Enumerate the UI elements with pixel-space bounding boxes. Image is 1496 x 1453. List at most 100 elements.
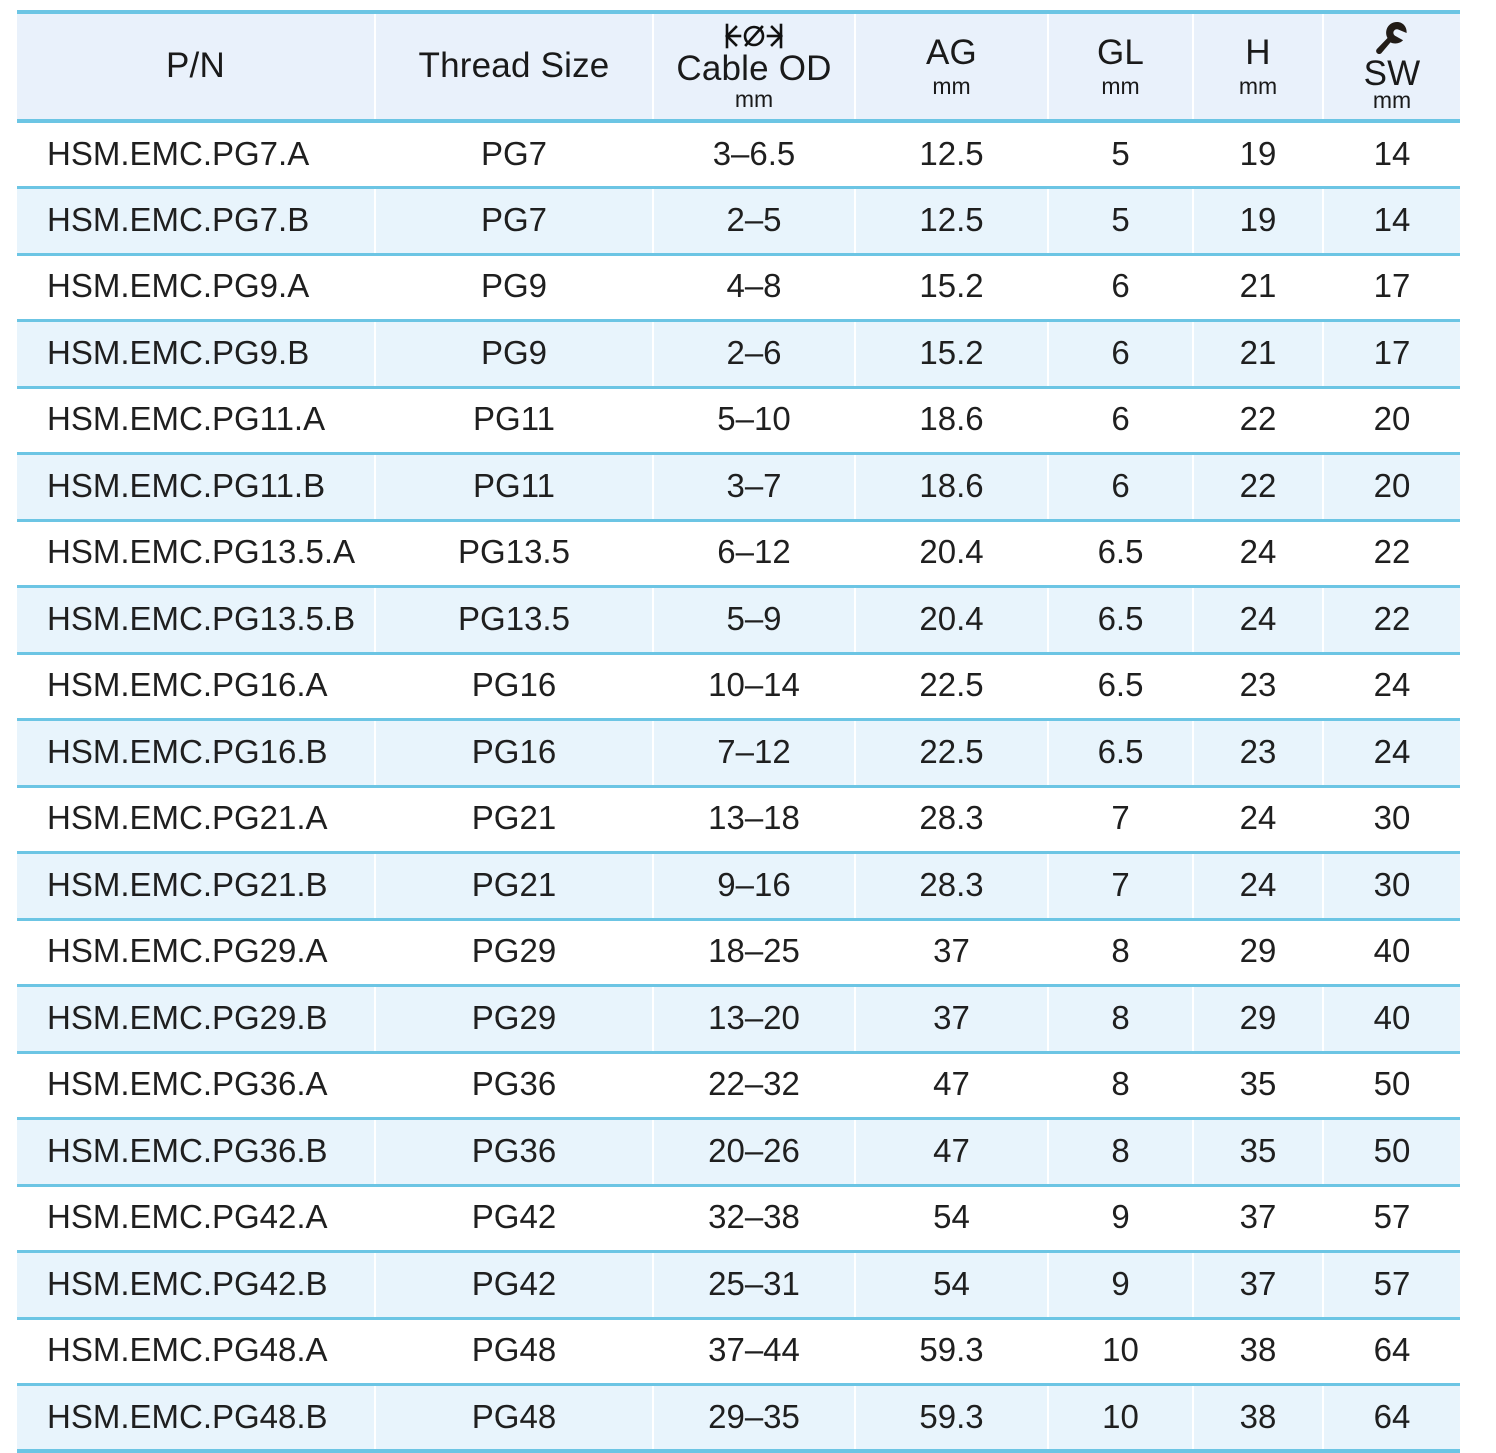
cell-thread: PG36: [375, 1052, 654, 1120]
cell-od: 5–10: [653, 387, 856, 455]
table-row: HSM.EMC.PG29.B PG29 13–20 37 8 29 40: [17, 985, 1460, 1054]
cell-od: 25–31: [653, 1251, 856, 1320]
cell-pn: HSM.EMC.PG11.A: [17, 387, 376, 455]
table-row: HSM.EMC.PG21.A PG21 13–18 28.3 7 24 30: [17, 786, 1460, 854]
cell-h: 19: [1193, 187, 1324, 256]
column-header-gl-unit: mm: [1101, 73, 1140, 99]
cell-gl: 8: [1048, 1118, 1194, 1187]
cell-thread: PG16: [375, 719, 654, 788]
table-row: HSM.EMC.PG42.A PG42 32–38 54 9 37 57: [17, 1185, 1460, 1253]
cell-od: 3–6.5: [653, 121, 856, 189]
cell-thread: PG42: [375, 1185, 654, 1253]
cell-pn: HSM.EMC.PG21.B: [17, 852, 376, 921]
table-row: HSM.EMC.PG42.B PG42 25–31 54 9 37 57: [17, 1251, 1460, 1320]
cell-sw: 17: [1323, 320, 1460, 389]
cell-h: 24: [1193, 520, 1324, 588]
cell-ag: 28.3: [855, 786, 1049, 854]
cell-sw: 40: [1323, 919, 1460, 987]
cell-pn: HSM.EMC.PG13.5.B: [17, 586, 376, 655]
cell-sw: 22: [1323, 586, 1460, 655]
cell-h: 37: [1193, 1185, 1324, 1253]
cell-ag: 37: [855, 985, 1049, 1054]
cell-h: 23: [1193, 653, 1324, 721]
cell-thread: PG11: [375, 453, 654, 522]
table-row: HSM.EMC.PG13.5.B PG13.5 5–9 20.4 6.5 24 22: [17, 586, 1460, 655]
cell-ag: 59.3: [855, 1384, 1049, 1451]
cell-ag: 18.6: [855, 453, 1049, 522]
cell-gl: 5: [1048, 187, 1194, 256]
cell-sw: 24: [1323, 719, 1460, 788]
table-row: HSM.EMC.PG13.5.A PG13.5 6–12 20.4 6.5 24 22: [17, 520, 1460, 588]
header-row: P/N Thread Size Cable OD mm AG mm GL mm …: [17, 12, 1460, 123]
cell-pn: HSM.EMC.PG21.A: [17, 786, 376, 854]
cell-pn: HSM.EMC.PG9.A: [17, 254, 376, 322]
cell-sw: 64: [1323, 1318, 1460, 1386]
column-header-cable-od-label: Cable OD: [676, 48, 832, 88]
cell-od: 13–18: [653, 786, 856, 854]
cell-ag: 28.3: [855, 852, 1049, 921]
cell-sw: 50: [1323, 1052, 1460, 1120]
cell-ag: 18.6: [855, 387, 1049, 455]
cell-thread: PG7: [375, 121, 654, 189]
column-header-sw-unit: mm: [1372, 87, 1412, 113]
cell-thread: PG48: [375, 1318, 654, 1386]
column-header-ag: AG mm: [855, 12, 1049, 123]
cell-sw: 64: [1323, 1384, 1460, 1451]
cell-h: 29: [1193, 919, 1324, 987]
column-header-cable-od-unit: mm: [734, 85, 774, 112]
table-row: HSM.EMC.PG9.A PG9 4–8 15.2 6 21 17: [17, 254, 1460, 322]
cell-sw: 14: [1323, 187, 1460, 256]
column-header-pn-label: P/N: [166, 46, 225, 85]
cell-h: 37: [1193, 1251, 1324, 1320]
cell-h: 22: [1193, 387, 1324, 455]
cell-h: 24: [1193, 852, 1324, 921]
table-row: HSM.EMC.PG36.A PG36 22–32 47 8 35 50: [17, 1052, 1460, 1120]
cell-ag: 54: [855, 1251, 1049, 1320]
cell-sw: 20: [1323, 453, 1460, 522]
cell-pn: HSM.EMC.PG13.5.A: [17, 520, 376, 588]
cell-od: 6–12: [653, 520, 856, 588]
cell-pn: HSM.EMC.PG36.B: [17, 1118, 376, 1187]
cell-gl: 6: [1048, 254, 1194, 322]
cell-thread: PG16: [375, 653, 654, 721]
cell-thread: PG11: [375, 387, 654, 455]
cell-h: 19: [1193, 121, 1324, 189]
cell-ag: 15.2: [855, 254, 1049, 322]
cell-od: 10–14: [653, 653, 856, 721]
cell-h: 29: [1193, 985, 1324, 1054]
cell-od: 2–6: [653, 320, 856, 389]
column-header-pn: P/N: [17, 12, 376, 123]
cell-pn: HSM.EMC.PG42.A: [17, 1185, 376, 1253]
cell-pn: HSM.EMC.PG7.A: [17, 121, 376, 189]
cell-gl: 8: [1048, 1052, 1194, 1120]
cell-sw: 50: [1323, 1118, 1460, 1187]
cell-od: 13–20: [653, 985, 856, 1054]
cell-od: 5–9: [653, 586, 856, 655]
cell-h: 38: [1193, 1318, 1324, 1386]
cell-od: 4–8: [653, 254, 856, 322]
column-header-h: H mm: [1193, 12, 1324, 123]
cell-thread: PG9: [375, 254, 654, 322]
cell-thread: PG21: [375, 786, 654, 854]
cell-sw: 22: [1323, 520, 1460, 588]
column-header-sw-label: SW: [1363, 54, 1421, 93]
table-row: HSM.EMC.PG7.A PG7 3–6.5 12.5 5 19 14: [17, 121, 1460, 189]
cell-thread: PG29: [375, 985, 654, 1054]
cell-ag: 20.4: [855, 586, 1049, 655]
column-header-thread-size-label: Thread Size: [418, 46, 610, 85]
cell-pn: HSM.EMC.PG29.B: [17, 985, 376, 1054]
cell-sw: 20: [1323, 387, 1460, 455]
cell-gl: 7: [1048, 852, 1194, 921]
column-header-h-label: H: [1245, 33, 1271, 72]
cell-gl: 8: [1048, 919, 1194, 987]
cell-h: 23: [1193, 719, 1324, 788]
cell-thread: PG29: [375, 919, 654, 987]
cell-ag: 22.5: [855, 653, 1049, 721]
table-row: HSM.EMC.PG11.A PG11 5–10 18.6 6 22 20: [17, 387, 1460, 455]
cell-pn: HSM.EMC.PG42.B: [17, 1251, 376, 1320]
diameter-dimension-icon: [722, 23, 786, 49]
column-header-sw: SW mm: [1323, 12, 1460, 123]
cell-pn: HSM.EMC.PG9.B: [17, 320, 376, 389]
table-row: HSM.EMC.PG9.B PG9 2–6 15.2 6 21 17: [17, 320, 1460, 389]
cell-sw: 14: [1323, 121, 1460, 189]
